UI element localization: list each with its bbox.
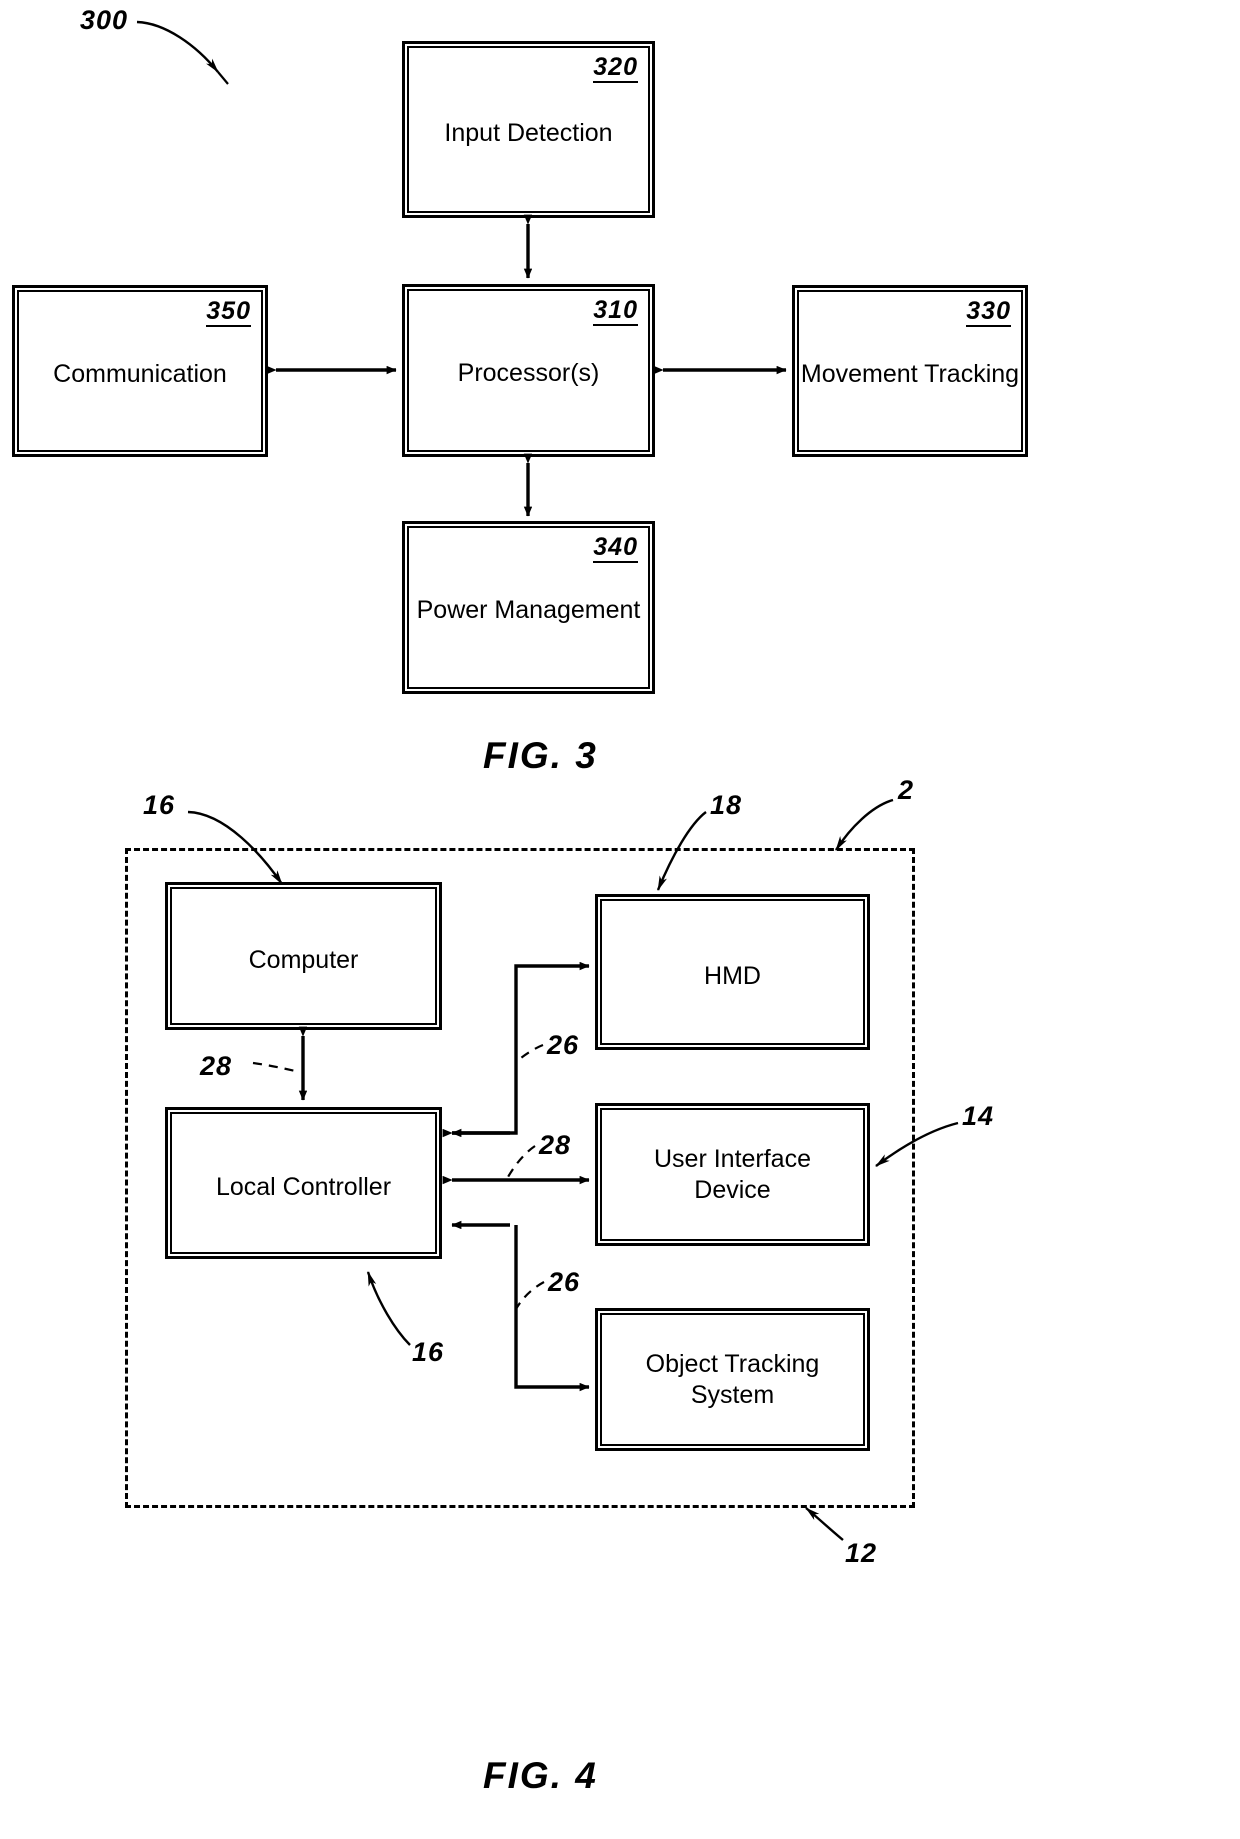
ref-numeral-300: 300 [80, 5, 129, 35]
figure-caption-4: FIG. 4 [483, 1755, 598, 1796]
block-label-object-tracking-system-line2: System [690, 1381, 775, 1409]
ref-numeral-28-uid-link: 28 [539, 1130, 572, 1160]
block-label-user-interface-device-line1: User Interface [653, 1145, 811, 1173]
block-hmd[interactable]: HMD [595, 894, 870, 1050]
ref-numeral-16-local-controller: 16 [412, 1337, 445, 1367]
block-object-tracking-system[interactable]: Object Tracking System [595, 1308, 870, 1451]
block-label-movement-tracking: Movement Tracking [800, 360, 1020, 388]
block-ref-310: 310 [593, 297, 638, 327]
block-label-input-detection: Input Detection [444, 119, 613, 147]
figure-caption-3: FIG. 3 [483, 735, 598, 776]
ref-numeral-28-computer-link: 28 [200, 1051, 233, 1081]
ref-numeral-14-uid: 14 [962, 1101, 995, 1131]
block-label-computer: Computer [248, 946, 359, 974]
block-local-controller[interactable]: Local Controller [165, 1107, 442, 1259]
ref-numeral-26-hmd-link: 26 [547, 1030, 580, 1060]
block-power-management[interactable]: 340 Power Management [402, 521, 655, 694]
block-label-user-interface-device-line2: Device [694, 1176, 771, 1204]
block-label-processors: Processor(s) [457, 359, 600, 387]
block-input-detection[interactable]: 320 Input Detection [402, 41, 655, 218]
leader-2-boundary [834, 798, 894, 851]
leader-300 [136, 20, 229, 85]
block-label-local-controller: Local Controller [215, 1173, 392, 1201]
block-ref-320: 320 [593, 54, 638, 84]
ref-numeral-12-boundary: 12 [845, 1538, 878, 1568]
ref-numeral-2-system: 2 [898, 775, 915, 805]
block-label-communication: Communication [53, 360, 227, 388]
block-label-object-tracking-system-line1: Object Tracking [645, 1350, 820, 1378]
block-computer[interactable]: Computer [165, 882, 442, 1030]
block-label-hmd: HMD [704, 962, 761, 990]
block-label-power-management: Power Management [416, 596, 641, 624]
block-user-interface-device[interactable]: User Interface Device [595, 1103, 870, 1246]
ref-numeral-16-computer: 16 [143, 790, 176, 820]
block-ref-330: 330 [966, 298, 1011, 328]
block-movement-tracking[interactable]: 330 Movement Tracking [792, 285, 1028, 457]
leader-12-boundary [805, 1507, 844, 1541]
ref-numeral-26-ots-link: 26 [548, 1267, 581, 1297]
ref-numeral-18-hmd: 18 [710, 790, 743, 820]
block-ref-340: 340 [593, 534, 638, 564]
block-communication[interactable]: 350 Communication [12, 285, 268, 457]
block-processors[interactable]: 310 Processor(s) [402, 284, 655, 457]
block-ref-350: 350 [206, 298, 251, 328]
patent-drawing-sheet: 300 320 Input Detection 350 Communicatio… [0, 0, 1240, 1839]
